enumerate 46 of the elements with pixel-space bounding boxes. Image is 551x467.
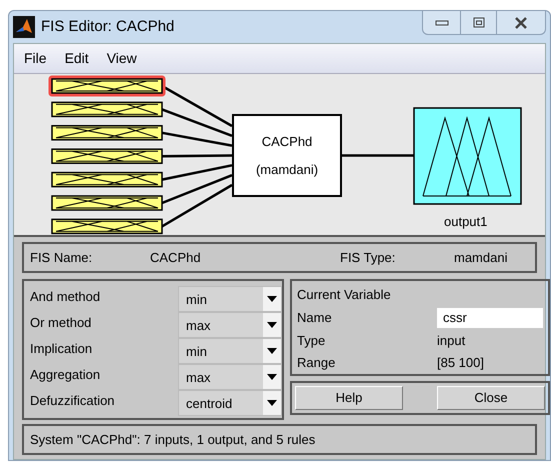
method-dropdown[interactable]: min	[178, 286, 282, 312]
fis-type-label: FIS Type:	[340, 248, 396, 267]
method-label: Or method	[30, 314, 92, 332]
type-label: Type	[297, 332, 326, 350]
dialog-button[interactable]: Help	[295, 386, 403, 410]
input-node[interactable]	[51, 172, 163, 188]
input-node[interactable]	[51, 195, 163, 211]
method-label: Implication	[30, 340, 94, 358]
input-node[interactable]	[51, 218, 163, 234]
output-node[interactable]	[413, 107, 522, 205]
type-value: input	[437, 332, 466, 350]
method-dropdown[interactable]: min	[178, 338, 282, 364]
window-title: FIS Editor: CACPhd	[41, 16, 174, 37]
method-label: Defuzzification	[30, 392, 116, 410]
system-block[interactable]: CACPhd (mamdani)	[232, 114, 342, 197]
system-type: (mamdani)	[256, 160, 318, 179]
app-logo-icon	[13, 16, 35, 38]
fis-name-value: CACPhd	[150, 248, 202, 267]
system-name: CACPhd	[262, 133, 312, 151]
menu-item[interactable]: View	[106, 48, 137, 69]
method-dropdown[interactable]: max	[178, 312, 282, 338]
current-variable-heading: Current Variable	[297, 286, 392, 304]
input-node[interactable]	[51, 148, 163, 164]
range-label: Range	[297, 354, 336, 372]
menu-item[interactable]: Edit	[64, 48, 89, 69]
close-icon	[514, 16, 528, 28]
input-node[interactable]	[51, 125, 163, 141]
method-dropdown[interactable]: centroid	[178, 390, 282, 416]
fis-name-label: FIS Name:	[30, 248, 94, 267]
status-message: System "CACPhd": 7 inputs, 1 output, and 5 rules	[30, 430, 316, 449]
range-value: [85 100]	[437, 354, 485, 372]
output-label: output1	[444, 213, 488, 231]
dialog-button[interactable]: Close	[437, 386, 545, 410]
minimize-icon	[434, 20, 448, 26]
fis-type-value: mamdani	[454, 248, 508, 267]
method-dropdown[interactable]: max	[178, 364, 282, 390]
method-label: Aggregation	[30, 366, 102, 384]
name-label: Name	[297, 308, 333, 327]
name-field[interactable]: cssr	[437, 308, 543, 328]
connector-line	[342, 154, 414, 157]
input-node[interactable]	[51, 102, 163, 118]
input-node[interactable]	[48, 76, 166, 96]
menu-item[interactable]: File	[24, 48, 47, 69]
connector-line	[162, 154, 232, 158]
method-label: And method	[30, 288, 102, 306]
maximize-icon	[472, 17, 484, 28]
